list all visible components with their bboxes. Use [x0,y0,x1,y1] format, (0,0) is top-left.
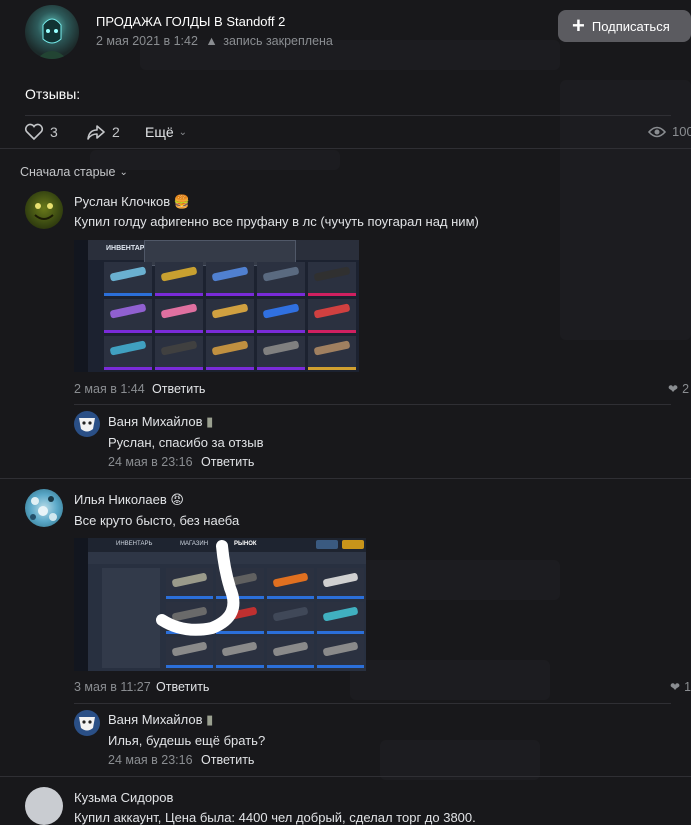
heart-icon [24,123,44,141]
grenade-badge-icon: ▮ [206,414,214,429]
masked-figure-icon [37,18,67,59]
avatar[interactable] [25,191,63,229]
views-counter: 100 [648,124,691,139]
reply-date[interactable]: 24 мая в 23:16 [108,455,193,469]
comment-text: Купил голду афигенно все пруфану в лс (ч… [74,214,479,229]
burger-badge-icon: 🍔 [173,194,190,209]
view-count: 100 [672,124,691,139]
reply-button[interactable]: Ответить [201,753,254,767]
author-name[interactable]: Руслан Клочков [74,194,170,209]
chevron-down-icon: ⌄ [178,126,188,138]
comment-like-count: 1 [684,680,691,694]
divider [0,148,691,149]
comment-date[interactable]: 3 мая в 11:27 [74,680,151,694]
share-arrow-icon [87,125,105,140]
subscribe-button[interactable]: + Подписаться [558,10,691,42]
reply-author[interactable]: Ваня Михайлов ▮ [108,414,213,430]
eye-icon [648,126,666,137]
avatar[interactable] [25,489,63,527]
comment-author[interactable]: Кузьма Сидоров [74,790,173,805]
subscribe-label: Подписаться [591,18,670,34]
reply-date[interactable]: 24 мая в 23:16 [108,753,193,767]
patterned-avatar-icon [30,496,57,521]
game-sidebar [74,240,88,372]
attached-photo[interactable]: ИНВЕНТАРЬ [74,240,359,372]
divider [25,115,671,116]
reply-text: Илья, будешь ещё брать? [108,733,266,748]
avatar[interactable] [74,710,100,736]
reply-text: Руслан, спасибо за отзыв [108,435,264,450]
pin-icon: ▲ [205,34,218,48]
author-name[interactable]: Ваня Михайлов [108,414,203,429]
comment-like-count: 2 [682,382,690,396]
like-button[interactable]: 3 [24,122,58,142]
post-text: Отзывы: [25,86,81,102]
attached-photo[interactable]: ИНВЕНТАРЬ МАГАЗИН РЫНОК [74,538,366,671]
avatar[interactable] [74,411,100,437]
heart-filled-icon: ❤ [670,680,681,694]
hand-drawn-scribble [156,540,240,636]
share-button[interactable]: 2 [86,122,120,142]
post-meta: 2 мая 2021 в 1:42 ▲ запись закреплена [96,34,333,48]
divider [74,703,671,704]
reply-button[interactable]: Ответить [201,455,254,469]
divider [0,478,691,479]
community-name[interactable]: ПРОДАЖА ГОЛДЫ В Standoff 2 [96,14,285,29]
reply-button[interactable]: Ответить [152,382,205,396]
comment-author[interactable]: Руслан Клочков 🍔 [74,194,190,210]
comment-text: Все круто бысто, без наеба [74,513,240,528]
chevron-down-icon: ⌄ [119,166,128,178]
avatar[interactable] [25,787,63,825]
sort-dropdown[interactable]: Сначала старые ⌄ [20,165,128,179]
face-icon [34,203,54,220]
author-name[interactable]: Ваня Михайлов [108,712,203,727]
heart-filled-icon: ❤ [668,382,679,396]
comment-like-button[interactable]: ❤ 1 [670,680,691,694]
comment-author[interactable]: Илья Николаев 😡 [74,492,184,508]
more-label: Ещё [145,124,174,140]
comment-date[interactable]: 2 мая в 1:44 [74,382,145,396]
angry-face-badge-icon: 😡 [170,492,184,507]
comment-text: Купил аккаунт, Цена была: 4400 чел добры… [74,810,476,825]
divider [0,776,691,777]
community-avatar[interactable] [25,5,79,59]
reply-button[interactable]: Ответить [156,680,209,694]
reply-author[interactable]: Ваня Михайлов ▮ [108,712,213,728]
plus-icon: + [572,13,585,38]
face-icon [79,717,95,731]
sort-label: Сначала старые [20,165,116,179]
pinned-label: запись закреплена [223,34,333,48]
share-count: 2 [112,124,120,140]
grenade-badge-icon: ▮ [206,712,214,727]
comment-like-button[interactable]: ❤ 2 [668,382,689,396]
game-tab: ИНВЕНТАРЬ [106,245,150,252]
like-count: 3 [50,124,58,140]
post-date[interactable]: 2 мая 2021 в 1:42 [96,34,198,48]
more-button[interactable]: Ещё ⌄ [145,124,187,140]
author-name[interactable]: Илья Николаев [74,492,167,507]
divider [74,404,671,405]
face-icon [79,418,95,432]
